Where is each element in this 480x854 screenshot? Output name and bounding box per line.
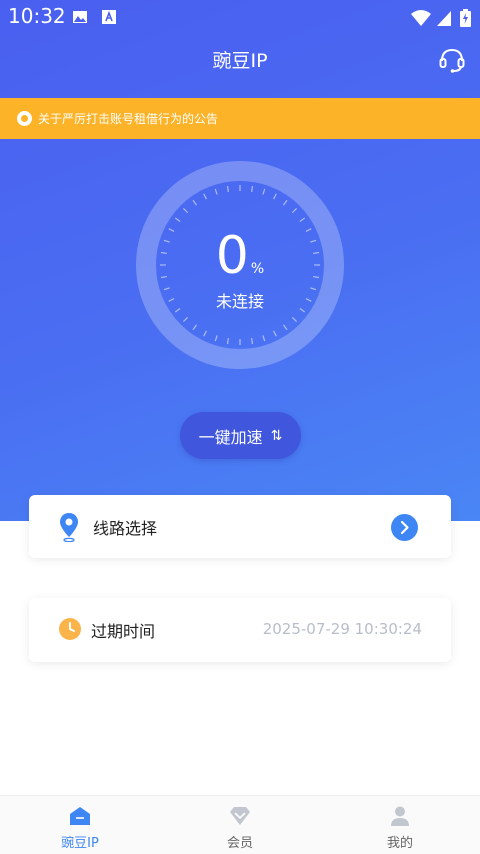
tab-home-label: 豌豆IP bbox=[61, 836, 99, 851]
diamond-icon bbox=[230, 807, 250, 825]
gauge-tick bbox=[299, 217, 306, 222]
tab-home[interactable]: 豌豆IP bbox=[40, 796, 120, 854]
signal-icon bbox=[437, 11, 451, 26]
gauge-tick bbox=[283, 324, 288, 331]
route-select-label: 线路选择 bbox=[93, 519, 158, 538]
gauge-tick bbox=[203, 330, 207, 337]
gauge-tick bbox=[183, 316, 189, 322]
gauge-tick bbox=[250, 185, 254, 193]
tab-profile-label: 我的 bbox=[386, 836, 413, 851]
gauge-tick bbox=[283, 199, 288, 206]
font-app-icon bbox=[102, 10, 116, 24]
customer-service-icon[interactable] bbox=[438, 46, 466, 74]
connection-status: 未连接 bbox=[215, 292, 264, 311]
notice-banner[interactable]: 关于严厉打击账号租借行为的公告 bbox=[0, 98, 480, 139]
expiry-card: 过期时间 2025-07-29 10:30:24 bbox=[29, 598, 451, 662]
gauge-tick bbox=[262, 335, 266, 342]
gauge-tick bbox=[183, 208, 189, 214]
notice-text: 关于严厉打击账号租借行为的公告 bbox=[38, 112, 219, 126]
status-bar: 10:32 bbox=[0, 0, 480, 34]
gauge-tick bbox=[273, 330, 277, 337]
bottom-tab-bar: 豌豆IP 会员 我的 bbox=[0, 795, 480, 854]
route-select-card[interactable]: 线路选择 bbox=[29, 495, 451, 558]
tab-membership[interactable]: 会员 bbox=[200, 796, 280, 854]
gauge-value: 0% bbox=[135, 228, 345, 284]
gauge-tick bbox=[214, 335, 218, 342]
gauge-tick bbox=[174, 217, 181, 222]
chevron-right-icon[interactable] bbox=[391, 514, 418, 541]
status-time: 10:32 bbox=[8, 4, 66, 28]
gauge-tick bbox=[192, 324, 197, 331]
home-icon bbox=[70, 807, 90, 825]
clock-icon bbox=[59, 618, 81, 640]
gauge-unit: % bbox=[250, 261, 265, 277]
gauge-tick bbox=[262, 188, 266, 195]
gauge-tick bbox=[291, 208, 297, 214]
gauge-number: 0 bbox=[215, 226, 249, 286]
user-icon bbox=[391, 806, 409, 826]
accelerate-label: 一键加速 bbox=[198, 427, 263, 447]
one-click-accelerate-button[interactable]: 一键加速 ⇅ bbox=[180, 412, 301, 459]
expiry-value: 2025-07-29 10:30:24 bbox=[262, 620, 422, 638]
gauge-tick bbox=[250, 337, 254, 345]
gallery-icon bbox=[73, 11, 87, 23]
wifi-icon bbox=[411, 10, 431, 26]
tab-membership-label: 会员 bbox=[226, 836, 253, 851]
gauge-tick bbox=[226, 337, 230, 345]
gauge-tick bbox=[192, 199, 197, 206]
gauge-tick bbox=[291, 316, 297, 322]
gauge-tick bbox=[203, 193, 207, 200]
battery-icon bbox=[460, 9, 471, 27]
location-pin-icon bbox=[60, 513, 78, 542]
expiry-label: 过期时间 bbox=[91, 622, 156, 641]
swap-arrows-icon: ⇅ bbox=[270, 427, 283, 444]
tab-profile[interactable]: 我的 bbox=[360, 796, 440, 854]
gauge-tick bbox=[273, 193, 277, 200]
gauge-tick bbox=[214, 188, 218, 195]
notice-dot-icon bbox=[17, 111, 32, 126]
page-title: 豌豆IP bbox=[212, 50, 268, 72]
gauge-tick bbox=[226, 185, 230, 193]
